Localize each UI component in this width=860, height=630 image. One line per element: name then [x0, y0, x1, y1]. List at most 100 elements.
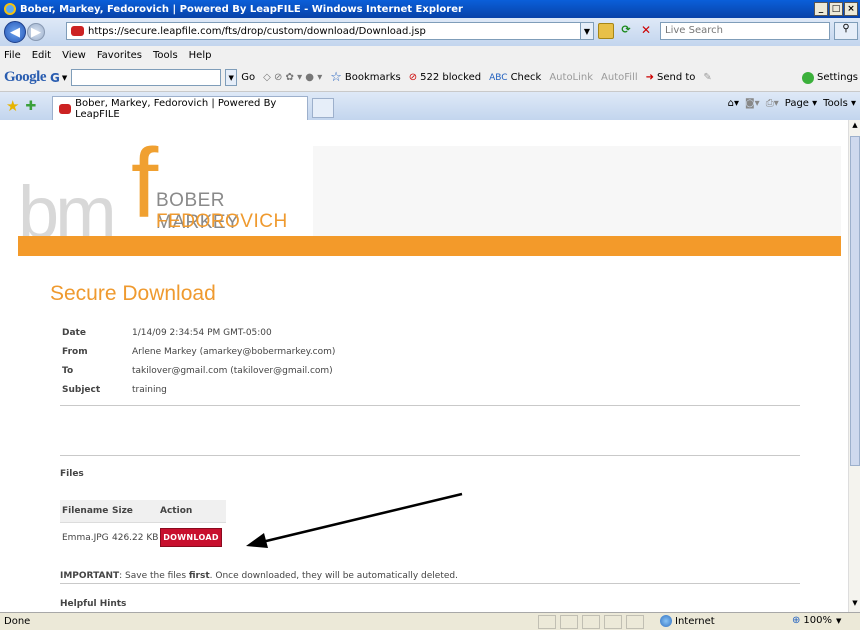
download-button[interactable]: DOWNLOAD: [160, 528, 222, 547]
forward-button[interactable]: ▶: [27, 23, 45, 41]
menu-view[interactable]: View: [62, 50, 86, 61]
files-table: Filename Size Action Emma.JPG 426.22 KB …: [60, 500, 226, 552]
annotation-arrow: [246, 492, 463, 548]
col-size: Size: [112, 506, 133, 516]
zoom-chevron-down-icon: ▼: [835, 616, 842, 625]
add-favorite-icon[interactable]: ✚: [25, 99, 36, 114]
search-input[interactable]: Live Search: [660, 22, 830, 40]
bmf-logo: bm f BOBER MARKEY FEDOROVICH: [18, 134, 313, 250]
orange-banner: [18, 236, 841, 256]
google-search-input[interactable]: [71, 69, 222, 86]
status-text: Done: [4, 616, 31, 627]
site-favicon-icon: [71, 26, 84, 36]
check-button[interactable]: Check: [511, 72, 542, 83]
scroll-thumb[interactable]: [850, 136, 860, 466]
menu-tools[interactable]: Tools: [153, 50, 178, 61]
settings-button[interactable]: Settings: [801, 71, 858, 84]
settings-label: Settings: [816, 72, 858, 83]
google-toolbar-icons[interactable]: ◇ ⊘ ✿ ▾ ● ▾: [263, 72, 322, 83]
important-label: IMPORTANT: [60, 571, 120, 581]
autolink-button[interactable]: AutoLink: [549, 72, 593, 83]
subject-value: training: [132, 385, 167, 395]
google-logo: Google: [4, 69, 47, 85]
divider: [60, 583, 800, 584]
scroll-up-icon[interactable]: ▲: [850, 121, 860, 133]
zone-indicator: Internet: [660, 615, 715, 627]
address-toolbar: ◀ ▶ https://secure.leapfile.com/fts/drop…: [0, 18, 860, 46]
toolbar-pencil-icon[interactable]: ✎: [703, 72, 711, 83]
vertical-scrollbar[interactable]: ▲ ▼: [848, 120, 860, 612]
logo-line2: FEDOROVICH: [156, 211, 288, 232]
files-table-header: Filename Size Action: [60, 500, 226, 522]
refresh-icon[interactable]: ⟳: [618, 23, 634, 39]
date-value: 1/14/09 2:34:54 PM GMT-05:00: [132, 328, 272, 338]
google-go-button[interactable]: Go: [241, 72, 255, 83]
tools-menu-button[interactable]: Tools ▾: [823, 98, 856, 109]
col-filename: Filename: [62, 506, 109, 516]
address-bar[interactable]: https://secure.leapfile.com/fts/drop/cus…: [66, 22, 582, 40]
print-icon[interactable]: ⎙▾: [766, 98, 779, 109]
important-note: IMPORTANT: Save the files first. Once do…: [60, 571, 458, 581]
popup-blocked-button[interactable]: 522 blocked: [420, 72, 481, 83]
status-bar: Done Internet ⊕ 100% ▼: [0, 612, 860, 630]
spellcheck-icon: ABC: [489, 72, 508, 83]
favorites-star-icon[interactable]: ★: [6, 97, 19, 115]
send-to-icon: ➜: [645, 72, 655, 83]
zoom-icon: ⊕: [792, 615, 801, 626]
lock-icon[interactable]: [598, 23, 614, 39]
feeds-icon[interactable]: ◙▾: [745, 98, 760, 109]
menu-file[interactable]: File: [4, 50, 21, 61]
menu-bar: File Edit View Favorites Tools Help: [0, 46, 860, 64]
status-pane: [604, 615, 622, 629]
tab-current[interactable]: Bober, Markey, Fedorovich | Powered By L…: [52, 96, 308, 120]
window-title: Bober, Markey, Fedorovich | Powered By L…: [20, 3, 463, 15]
maximize-icon[interactable]: □: [829, 2, 843, 16]
helpful-hints-heading: Helpful Hints: [60, 599, 127, 609]
status-pane: [626, 615, 644, 629]
send-to-button[interactable]: Send to: [657, 72, 695, 83]
google-search-dropdown-icon[interactable]: ▼: [225, 69, 238, 86]
bookmarks-star-icon[interactable]: ☆: [330, 70, 342, 85]
from-value: Arlene Markey (amarkey@bobermarkey.com): [132, 347, 336, 357]
new-tab-button[interactable]: [312, 98, 334, 118]
scroll-down-icon[interactable]: ▼: [850, 599, 860, 611]
to-value: takilover@gmail.com (takilover@gmail.com…: [132, 366, 333, 376]
stop-icon[interactable]: ✕: [638, 23, 654, 39]
to-label: To: [62, 366, 74, 376]
close-icon[interactable]: ×: [844, 2, 858, 16]
status-pane: [582, 615, 600, 629]
status-pane: [560, 615, 578, 629]
menu-help[interactable]: Help: [189, 50, 212, 61]
bookmarks-button[interactable]: Bookmarks: [345, 72, 401, 83]
table-row: Emma.JPG 426.22 KB DOWNLOAD: [60, 522, 226, 552]
subject-label: Subject: [62, 385, 101, 395]
ie-logo-icon: [4, 3, 16, 15]
window-titlebar: Bober, Markey, Fedorovich | Powered By L…: [0, 0, 860, 18]
menu-edit[interactable]: Edit: [32, 50, 51, 61]
minimize-icon[interactable]: _: [814, 2, 828, 16]
page-menu-button[interactable]: Page ▾: [785, 98, 817, 109]
file-size: 426.22 KB: [112, 533, 159, 543]
divider: [60, 405, 800, 406]
header-strip: [313, 146, 841, 236]
status-pane: [538, 615, 556, 629]
google-g-button[interactable]: G: [50, 71, 60, 85]
page-title: Secure Download: [50, 282, 216, 305]
tools-menu-label: Tools: [823, 98, 848, 109]
zone-label: Internet: [675, 615, 715, 627]
col-action: Action: [160, 506, 193, 516]
zoom-control[interactable]: ⊕ 100% ▼: [792, 615, 841, 626]
window-controls: _ □ ×: [814, 2, 858, 16]
page-content: bm f BOBER MARKEY FEDOROVICH Secure Down…: [0, 120, 848, 612]
autofill-button[interactable]: AutoFill: [601, 72, 638, 83]
search-icon[interactable]: ⚲: [834, 22, 858, 40]
divider: [60, 455, 800, 456]
google-menu-chevron-down-icon[interactable]: ▼: [62, 74, 67, 82]
address-url: https://secure.leapfile.com/fts/drop/cus…: [88, 25, 426, 37]
home-icon[interactable]: ⌂▾: [728, 98, 739, 109]
date-label: Date: [62, 328, 86, 338]
menu-favorites[interactable]: Favorites: [97, 50, 142, 61]
tab-favicon-icon: [59, 103, 72, 114]
back-button[interactable]: ◀: [4, 21, 26, 43]
address-dropdown-icon[interactable]: ▼: [580, 22, 594, 40]
